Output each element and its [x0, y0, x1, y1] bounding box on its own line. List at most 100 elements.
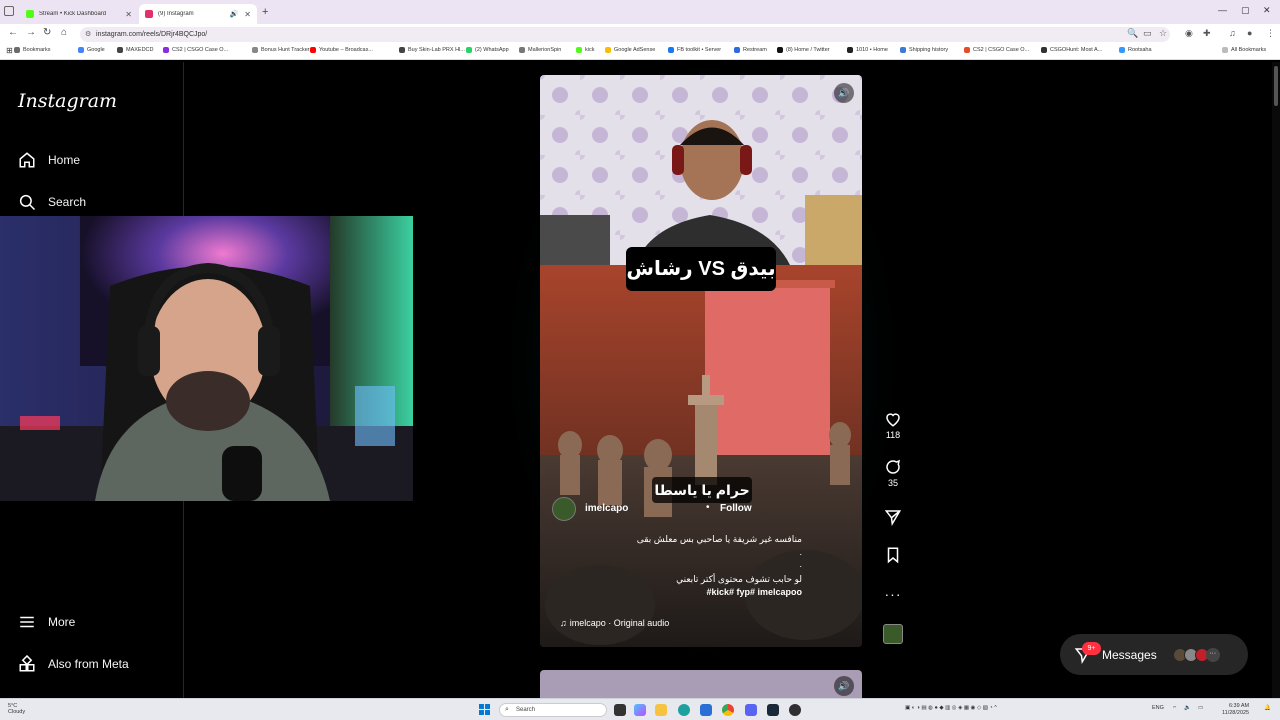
- mute-toggle-icon[interactable]: 🔊: [834, 676, 854, 696]
- nav-search[interactable]: Search: [18, 193, 86, 211]
- maximize-button[interactable]: ▢: [1241, 5, 1250, 16]
- bookmark-item[interactable]: Youtube – Broadcas...: [310, 47, 373, 53]
- next-reel-preview[interactable]: 🔊: [540, 670, 862, 698]
- home-button[interactable]: ⌂: [61, 27, 67, 38]
- bookmark-item[interactable]: CS2 | CSGO Case O...: [163, 47, 228, 53]
- extension-icon[interactable]: ◉: [1185, 28, 1193, 39]
- task-view-icon[interactable]: [614, 704, 626, 716]
- forward-button[interactable]: →: [26, 27, 36, 38]
- messages-label: Messages: [1102, 647, 1157, 662]
- notification-bell-icon[interactable]: 🔔: [1264, 705, 1271, 711]
- bookmark-item[interactable]: Restream: [734, 47, 767, 53]
- edge-icon[interactable]: [678, 704, 690, 716]
- reel-video[interactable]: 🔊 رشاش VS بيدق حرام يا ياسطا imelcapo • …: [540, 75, 862, 647]
- zoom-icon[interactable]: 🔍: [1127, 28, 1138, 39]
- bookmark-item[interactable]: Google AdSense: [605, 47, 655, 53]
- minimize-button[interactable]: —: [1218, 5, 1227, 15]
- more-options-icon[interactable]: ···: [878, 586, 908, 602]
- close-tab-icon[interactable]: ✕: [125, 10, 132, 19]
- mute-toggle-icon[interactable]: 🔊: [834, 83, 854, 103]
- bookmark-icon: [887, 547, 899, 564]
- bookmark-item[interactable]: Google: [78, 47, 105, 53]
- page-scrollbar[interactable]: [1272, 62, 1280, 698]
- reel-hashtags[interactable]: #kick# fyp# imelcapoo: [706, 587, 802, 597]
- like-button[interactable]: 118: [878, 410, 908, 440]
- store-icon[interactable]: [700, 704, 712, 716]
- address-bar[interactable]: ⚙ instagram.com/reels/DRjr4BQCJpo/: [80, 27, 1170, 42]
- nav-more[interactable]: More: [18, 613, 75, 631]
- folder-icon: [1222, 47, 1228, 53]
- bookmark-item[interactable]: CSGOHunt: Most A...: [1041, 47, 1102, 53]
- bookmark-item[interactable]: MAXEDCD: [117, 47, 154, 53]
- bookmark-label: FB toolkit • Server: [677, 47, 722, 53]
- bookmark-favicon-icon: [900, 47, 906, 53]
- bookmark-item[interactable]: Shipping history: [900, 47, 948, 53]
- bookmark-item[interactable]: (2) WhatsApp: [466, 47, 509, 53]
- site-info-icon[interactable]: ⚙: [85, 27, 91, 42]
- taskbar-search[interactable]: ⌕ Search: [499, 703, 607, 717]
- bookmark-item[interactable]: MallerionSpin: [519, 47, 561, 53]
- profile-avatar-icon[interactable]: ●: [1247, 28, 1252, 38]
- bookmark-item[interactable]: FB toolkit • Server: [668, 47, 721, 53]
- save-button[interactable]: [878, 546, 908, 566]
- file-explorer-icon[interactable]: [655, 704, 667, 716]
- media-icon[interactable]: ♫: [1229, 28, 1236, 38]
- follow-button[interactable]: Follow: [720, 503, 752, 514]
- tab-kick-dashboard[interactable]: Stream • Kick Dashboard ✕: [20, 4, 138, 24]
- tab-audio-icon[interactable]: 🔊: [230, 10, 239, 18]
- share-button[interactable]: [878, 508, 908, 528]
- windows-start-icon[interactable]: [479, 704, 490, 715]
- comment-button[interactable]: 35: [878, 458, 908, 488]
- cast-icon[interactable]: ▭: [1143, 28, 1152, 39]
- tab-search-icon[interactable]: [4, 6, 14, 16]
- nav-also-from-meta-label: Also from Meta: [48, 657, 129, 671]
- reel-author-username[interactable]: imelcapo: [585, 503, 628, 514]
- back-button[interactable]: ←: [8, 27, 18, 38]
- bookmark-favicon-icon: [399, 47, 405, 53]
- apps-grid-icon[interactable]: ⊞: [6, 46, 13, 55]
- steam-icon[interactable]: [767, 704, 779, 716]
- bookmark-item[interactable]: Rootsaha: [1119, 47, 1152, 53]
- bookmark-label: Youtube – Broadcas...: [319, 47, 373, 53]
- network-icon[interactable]: ⌔: [1172, 705, 1177, 712]
- reload-button[interactable]: ↻: [43, 27, 51, 38]
- discord-icon[interactable]: [745, 704, 757, 716]
- menu-kebab-icon[interactable]: ⋮: [1266, 28, 1275, 39]
- reel-audio-link[interactable]: ♫ imelcapo · Original audio: [560, 618, 669, 628]
- heart-icon: [886, 413, 900, 427]
- close-tab-icon[interactable]: ✕: [244, 10, 251, 19]
- bookmark-star-icon[interactable]: ☆: [1159, 28, 1167, 39]
- tab-instagram[interactable]: (9) Instagram 🔊 ✕: [139, 4, 257, 24]
- new-tab-button[interactable]: +: [262, 6, 268, 18]
- instagram-favicon-icon: [145, 10, 153, 18]
- weather-widget[interactable]: 5°C Cloudy: [8, 703, 25, 715]
- bookmark-item[interactable]: CS2 | CSGO Case O...: [964, 47, 1029, 53]
- bookmark-item[interactable]: kick: [576, 47, 594, 53]
- nav-also-from-meta[interactable]: Also from Meta: [18, 655, 129, 673]
- scrollbar-thumb[interactable]: [1274, 66, 1278, 106]
- bookmark-item[interactable]: Buy Skin-Lab PRX Hl...: [399, 47, 465, 53]
- reel-subtitle-overlay: حرام يا ياسطا: [652, 477, 752, 503]
- bookmark-item[interactable]: Bookmarks: [14, 47, 51, 53]
- system-tray-icons[interactable]: ▣ ◐ ◑ ▤ ◍ ● ◆ ▥ ◎ ◈ ▦ ◉ ◇ ▧ ◔ ^: [905, 705, 997, 711]
- nav-home[interactable]: Home: [18, 151, 80, 169]
- volume-icon[interactable]: 🔈: [1184, 705, 1191, 711]
- bookmark-item[interactable]: (8) Home / Twitter: [777, 47, 830, 53]
- obs-icon[interactable]: [789, 704, 801, 716]
- bookmark-item[interactable]: 1010 • Home: [847, 47, 888, 53]
- taskbar-clock[interactable]: 6:39 AM 11/28/2025: [1222, 703, 1249, 716]
- copilot-icon[interactable]: [634, 704, 646, 716]
- instagram-logo[interactable]: Instagram: [18, 90, 117, 112]
- webcam-overlay: [0, 216, 413, 501]
- bookmark-item[interactable]: Bonus Hunt Tracker: [252, 47, 310, 53]
- chrome-icon[interactable]: [722, 704, 734, 716]
- audio-thumbnail[interactable]: [878, 624, 908, 644]
- reel-audio-label: imelcapo · Original audio: [569, 618, 670, 628]
- reel-author-avatar[interactable]: [552, 497, 576, 521]
- language-indicator[interactable]: ENG: [1152, 705, 1164, 711]
- close-window-button[interactable]: ✕: [1263, 5, 1271, 16]
- puzzle-icon[interactable]: ✚: [1203, 28, 1211, 39]
- bookmark-favicon-icon: [78, 47, 84, 53]
- battery-icon[interactable]: ▭: [1198, 705, 1203, 711]
- all-bookmarks-link[interactable]: All Bookmarks: [1222, 47, 1266, 53]
